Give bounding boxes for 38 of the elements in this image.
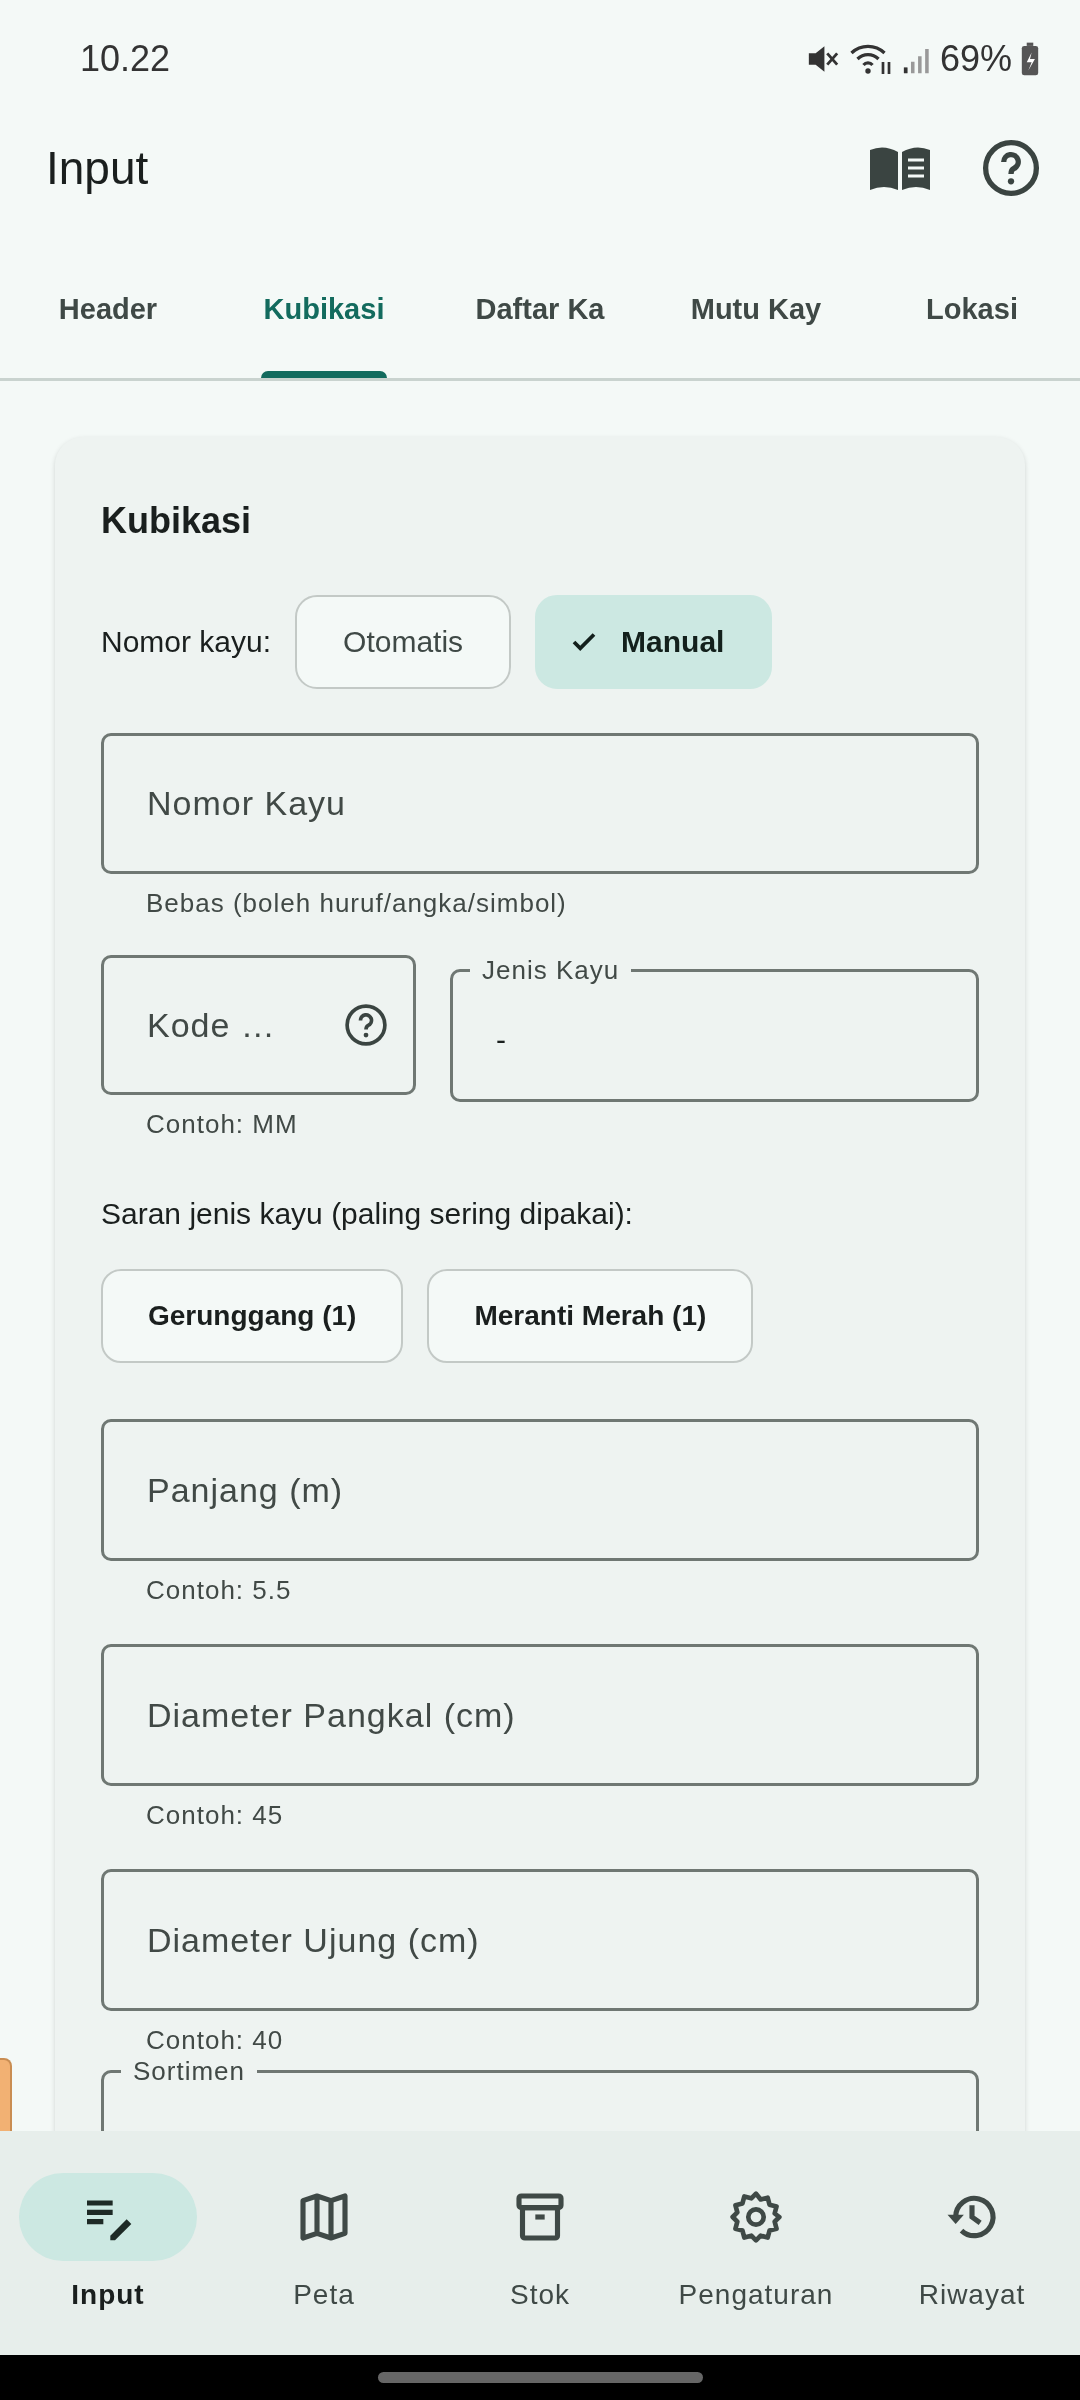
- card-title: Kubikasi: [101, 499, 253, 542]
- choice-chip[interactable]: Otomatis: [295, 595, 512, 689]
- battery-icon: [1020, 41, 1040, 77]
- suggestion-label: Saran jenis kayu (paling sering dipakai):: [101, 1197, 634, 1231]
- choice-chip[interactable]: Manual: [535, 595, 773, 689]
- tab[interactable]: Mutu Kay: [648, 293, 864, 378]
- field-value: -: [496, 1023, 507, 1057]
- suggestion-chip[interactable]: Gerunggang (1): [101, 1269, 404, 1363]
- status-time: 10.22: [80, 38, 171, 80]
- page-title: Input: [46, 141, 150, 195]
- tab[interactable]: Kubikasi: [216, 293, 432, 378]
- input-field[interactable]: Diameter Ujung (cm): [101, 1869, 979, 2011]
- helper-text: Bebas (boleh huruf/angka/simbol): [145, 888, 568, 919]
- battery-level: 69%: [939, 38, 1012, 80]
- field-label: Nomor kayu:: [101, 625, 272, 659]
- suggestion-chip[interactable]: Meranti Merah (1): [427, 1269, 754, 1363]
- input-field[interactable]: Kode …: [101, 955, 416, 1095]
- nav-item[interactable]: Pengaturan: [648, 2131, 864, 2355]
- tab[interactable]: Daftar Ka: [432, 293, 648, 378]
- tab[interactable]: Header: [0, 293, 216, 378]
- help-icon[interactable]: [982, 139, 1040, 197]
- helper-text: Contoh: MM: [145, 1109, 299, 1140]
- nav-item[interactable]: Stok: [432, 2131, 648, 2355]
- helper-text: Contoh: 5.5: [145, 1575, 293, 1606]
- input-field[interactable]: Nomor Kayu: [101, 733, 979, 874]
- helper-text: Contoh: 40: [145, 2025, 285, 2056]
- nav-item[interactable]: Input: [0, 2131, 216, 2355]
- book-icon[interactable]: [868, 144, 932, 192]
- field-label: Sortimen: [132, 2056, 247, 2086]
- settings-icon: [728, 2189, 784, 2245]
- nav-item[interactable]: Riwayat: [864, 2131, 1080, 2355]
- help-icon[interactable]: [344, 1003, 388, 1047]
- input-field[interactable]: Panjang (m): [101, 1419, 979, 1561]
- field-label: Jenis Kayu: [481, 955, 621, 985]
- tab[interactable]: Lokasi: [864, 293, 1080, 378]
- helper-text: Contoh: 45: [145, 1800, 285, 1831]
- nav-item[interactable]: Peta: [216, 2131, 432, 2355]
- input-field[interactable]: Diameter Pangkal (cm): [101, 1644, 979, 1786]
